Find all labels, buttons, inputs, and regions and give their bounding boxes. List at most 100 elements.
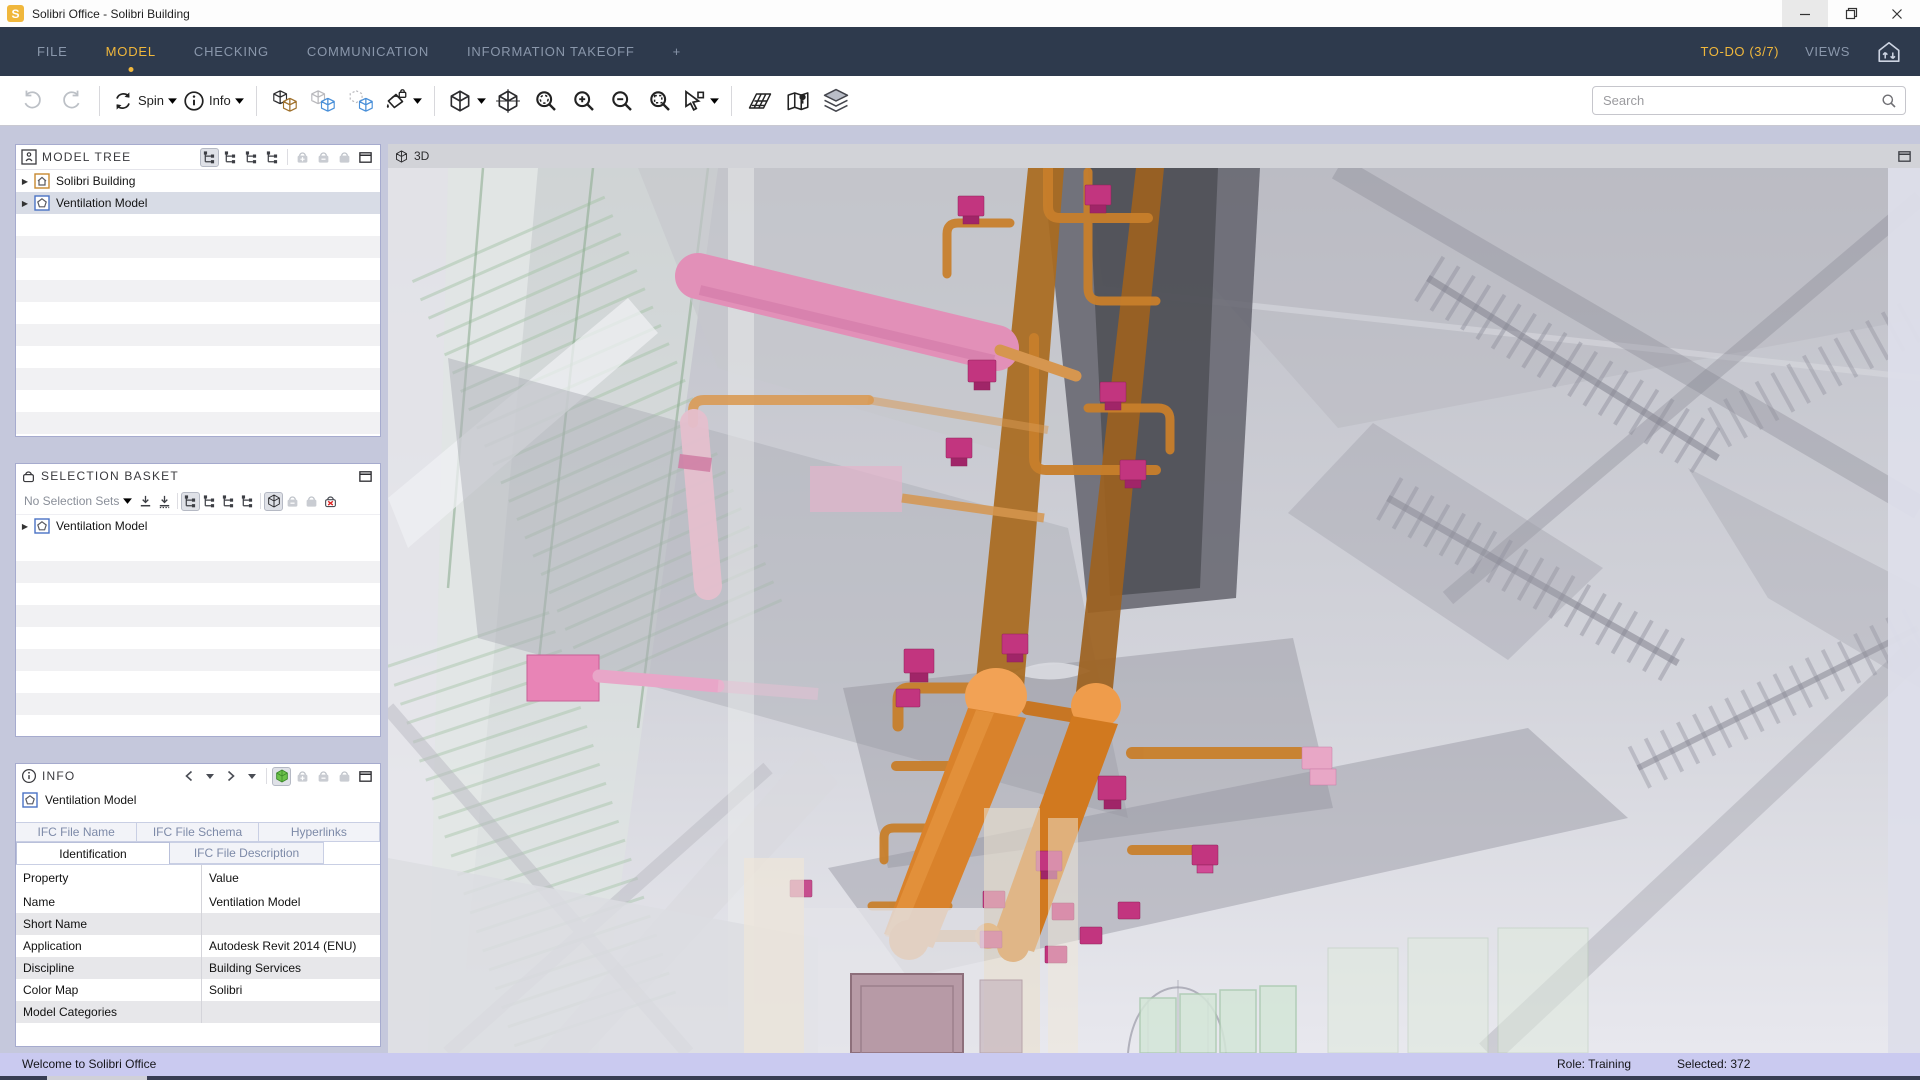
tree-view-flat-button[interactable]: [221, 148, 240, 167]
show-selected-components-button[interactable]: [304, 84, 342, 118]
selection-basket-float-button[interactable]: [356, 467, 375, 486]
tab-ifc-file-schema[interactable]: IFC File Schema: [137, 822, 258, 842]
tree-row-solibri-building[interactable]: ▶ Solibri Building: [16, 170, 380, 192]
walk-plane-button[interactable]: [741, 84, 779, 118]
info-tool-button[interactable]: Info: [180, 84, 247, 118]
3d-view-title: 3D: [414, 149, 429, 163]
info-float-button[interactable]: [356, 767, 375, 786]
table-row[interactable]: Color Map Solibri: [16, 979, 380, 1001]
save-selection-set-button[interactable]: [155, 492, 174, 511]
zoom-in-button[interactable]: [565, 84, 603, 118]
basket-tree-hierarchy-button[interactable]: [181, 492, 200, 511]
views-button[interactable]: VIEWS: [1805, 44, 1850, 59]
basket-row-ventilation-model[interactable]: ▶ Ventilation Model: [16, 515, 380, 537]
selection-sets-dropdown[interactable]: No Selection Sets: [24, 494, 119, 508]
layers-button[interactable]: [817, 84, 855, 118]
tree-view-layers-button[interactable]: [242, 148, 261, 167]
show-all-components-button[interactable]: [266, 84, 304, 118]
ventilation-model-icon: [22, 792, 38, 808]
3d-scene[interactable]: [388, 168, 1920, 1053]
cubes-gray-blue-icon: [309, 89, 337, 113]
model-tree-empty-rows: [16, 214, 380, 436]
zoom-window-button[interactable]: [641, 84, 679, 118]
ventilation-model-icon: [34, 195, 50, 211]
window-title: Solibri Office - Solibri Building: [32, 7, 190, 21]
view-caret-icon: [477, 98, 486, 104]
tree-row-ventilation-model[interactable]: ▶ Ventilation Model: [16, 192, 380, 214]
floor-plan-button[interactable]: [779, 84, 817, 118]
expand-arrow-icon[interactable]: ▶: [16, 199, 34, 208]
info-back-history-caret[interactable]: [200, 767, 219, 786]
basket-add-button[interactable]: [293, 767, 312, 786]
basket-set-button[interactable]: [335, 148, 354, 167]
tree-view-hierarchy-button[interactable]: [200, 148, 219, 167]
restore-icon: [1845, 7, 1858, 20]
colorize-tool-button[interactable]: [380, 84, 425, 118]
show-basket-in-3d-button[interactable]: [264, 492, 283, 511]
model-tree-panel: MODEL TREE ▶ Solibri Building ▶ Ventilat…: [15, 144, 381, 437]
info-forward-history-caret[interactable]: [242, 767, 261, 786]
spin-tool-button[interactable]: Spin: [109, 84, 180, 118]
search-icon[interactable]: [1881, 93, 1897, 109]
toolbar-separator: [731, 86, 732, 116]
table-row[interactable]: Discipline Building Services: [16, 957, 380, 979]
spin-label: Spin: [138, 93, 164, 108]
show-only-selected-button[interactable]: [342, 84, 380, 118]
menu-model[interactable]: MODEL: [87, 27, 175, 76]
home-view-icon[interactable]: [1876, 40, 1902, 64]
menu-add-tab[interactable]: +: [654, 27, 700, 76]
basket-tree-relations-button[interactable]: [238, 492, 257, 511]
menu-information-takeoff[interactable]: INFORMATION TAKEOFF: [448, 27, 654, 76]
expand-arrow-icon[interactable]: ▶: [16, 177, 34, 186]
panel-separator: [177, 493, 178, 509]
table-row[interactable]: Model Categories: [16, 1001, 380, 1023]
basket-remove-button[interactable]: [314, 767, 333, 786]
basket-remove-button[interactable]: [314, 148, 333, 167]
basket-remove-button[interactable]: [283, 492, 302, 511]
ventilation-model-icon: [34, 518, 50, 534]
tab-identification[interactable]: Identification: [16, 842, 170, 864]
basket-tree-flat-button[interactable]: [200, 492, 219, 511]
tab-hyperlinks[interactable]: Hyperlinks: [259, 822, 380, 842]
table-row[interactable]: Application Autodesk Revit 2014 (ENU): [16, 935, 380, 957]
3d-viewport[interactable]: [388, 168, 1920, 1053]
tab-ifc-file-description[interactable]: IFC File Description: [170, 842, 324, 864]
selection-sets-caret-icon[interactable]: [123, 498, 132, 504]
info-forward-button[interactable]: [221, 767, 240, 786]
active-menu-indicator: [128, 67, 133, 72]
restore-button[interactable]: [1828, 0, 1874, 27]
menu-file[interactable]: FILE: [18, 27, 87, 76]
basket-tree-layers-button[interactable]: [219, 492, 238, 511]
basket-set-button[interactable]: [302, 492, 321, 511]
load-selection-set-button[interactable]: [136, 492, 155, 511]
info-back-button[interactable]: [179, 767, 198, 786]
select-tool-button[interactable]: [679, 84, 722, 118]
table-row[interactable]: Short Name: [16, 913, 380, 935]
tab-ifc-file-name[interactable]: IFC File Name: [16, 822, 137, 842]
menu-checking[interactable]: CHECKING: [175, 27, 288, 76]
redo-button[interactable]: [52, 84, 90, 118]
expand-arrow-icon[interactable]: ▶: [16, 522, 34, 531]
selection-basket-title: SELECTION BASKET: [41, 469, 179, 483]
basket-set-button[interactable]: [335, 767, 354, 786]
todo-button[interactable]: TO-DO (3/7): [1701, 44, 1780, 59]
3d-view-float-button[interactable]: [1895, 147, 1914, 166]
zoom-out-button[interactable]: [603, 84, 641, 118]
undo-button[interactable]: [14, 84, 52, 118]
section-box-button[interactable]: [489, 84, 527, 118]
close-button[interactable]: [1874, 0, 1920, 27]
3d-view-icon: [394, 149, 409, 164]
basket-add-button[interactable]: [293, 148, 312, 167]
search-input[interactable]: [1601, 92, 1881, 109]
model-tree-float-button[interactable]: [356, 148, 375, 167]
tree-view-relations-button[interactable]: [263, 148, 282, 167]
selection-basket-empty-rows: [16, 539, 380, 736]
show-component-in-3d-button[interactable]: [272, 767, 291, 786]
minimize-button[interactable]: [1782, 0, 1828, 27]
info-tabs-row2: Identification IFC File Description: [16, 842, 380, 865]
zoom-extents-button[interactable]: [527, 84, 565, 118]
view-cube-button[interactable]: [444, 84, 489, 118]
basket-clear-button[interactable]: [321, 492, 340, 511]
table-row[interactable]: Name Ventilation Model: [16, 891, 380, 913]
menu-communication[interactable]: COMMUNICATION: [288, 27, 448, 76]
